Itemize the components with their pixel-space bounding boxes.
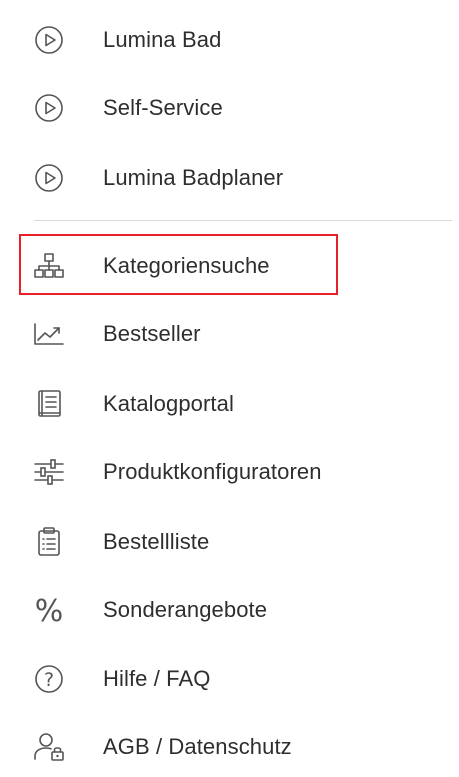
menu-item-label: Lumina Bad	[103, 27, 222, 52]
play-circle-icon	[31, 90, 67, 126]
menu-item-label: Sonderangebote	[103, 597, 268, 622]
menu-item-label: Katalogportal	[103, 391, 234, 416]
menu-item-agb-datenschutz[interactable]: AGB / Datenschutz	[0, 721, 459, 773]
book-icon	[31, 386, 67, 422]
menu-item-label: AGB / Datenschutz	[103, 734, 292, 759]
trend-chart-icon	[31, 316, 67, 352]
menu-item-lumina-bad[interactable]: Lumina Bad	[0, 14, 459, 66]
menu-item-bestellliste[interactable]: Bestellliste	[0, 516, 459, 568]
menu-item-label: Kategoriensuche	[103, 253, 270, 278]
help-circle-icon: ?	[31, 661, 67, 697]
sliders-icon	[31, 454, 67, 490]
clipboard-list-icon	[31, 524, 67, 560]
menu-item-hilfe-faq[interactable]: ? Hilfe / FAQ	[0, 653, 459, 705]
menu-item-kategoriensuche[interactable]: Kategoriensuche	[0, 240, 459, 292]
menu-item-label: Bestseller	[103, 321, 201, 346]
menu-item-bestseller[interactable]: Bestseller	[0, 308, 459, 360]
side-menu: Lumina Bad Self-Service Lumina Badplaner	[0, 0, 459, 777]
play-circle-icon	[31, 22, 67, 58]
menu-item-self-service[interactable]: Self-Service	[0, 82, 459, 134]
percent-glyph: %	[35, 594, 64, 629]
menu-item-lumina-badplaner[interactable]: Lumina Badplaner	[0, 152, 459, 204]
play-circle-icon	[31, 160, 67, 196]
percent-icon: %	[31, 592, 67, 629]
menu-item-label: Self-Service	[103, 95, 223, 120]
menu-item-label: Produktkonfiguratoren	[103, 459, 322, 484]
menu-divider	[34, 220, 452, 221]
menu-item-label: Hilfe / FAQ	[103, 666, 211, 691]
help-glyph: ?	[44, 669, 54, 691]
menu-item-sonderangebote[interactable]: % Sonderangebote	[0, 584, 459, 636]
user-lock-icon	[31, 729, 67, 765]
menu-item-label: Lumina Badplaner	[103, 165, 284, 190]
menu-item-label: Bestellliste	[103, 529, 210, 554]
menu-item-katalogportal[interactable]: Katalogportal	[0, 378, 459, 430]
sitemap-icon	[31, 248, 67, 284]
menu-item-produktkonfiguratoren[interactable]: Produktkonfiguratoren	[0, 446, 459, 498]
